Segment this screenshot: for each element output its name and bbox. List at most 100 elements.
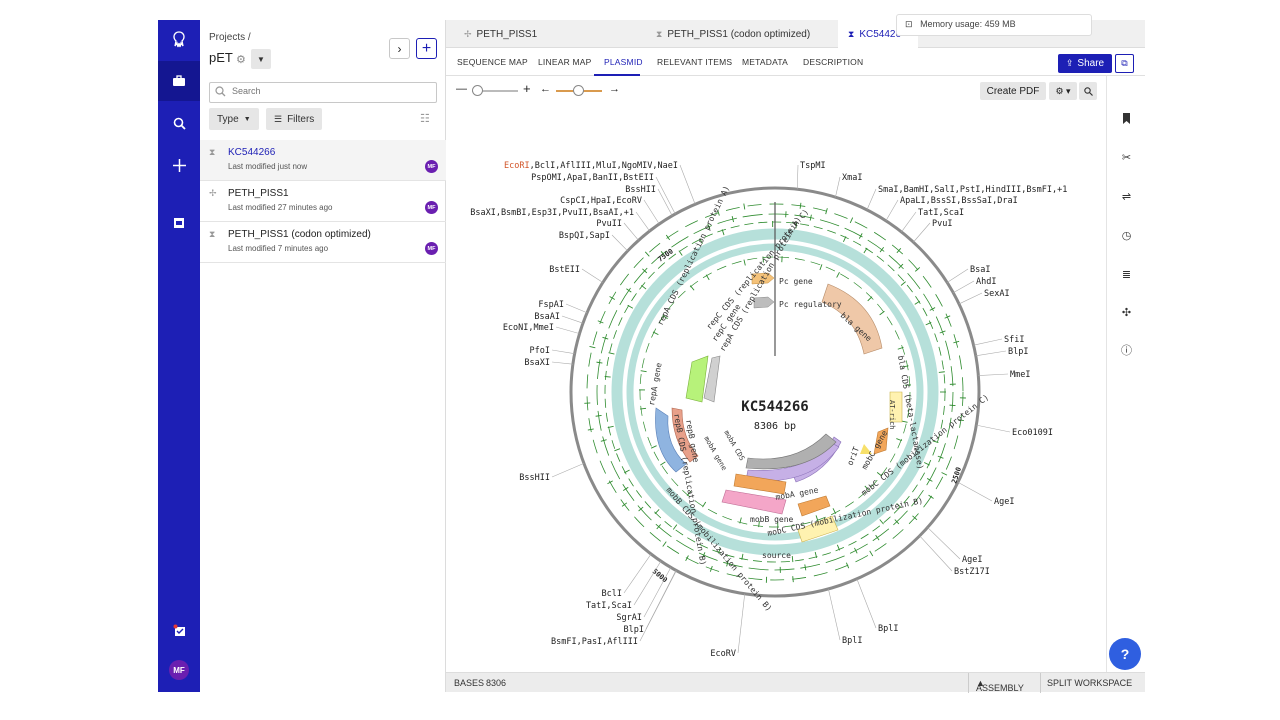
enzyme-label[interactable]: BssHII bbox=[519, 473, 550, 483]
enzyme-label[interactable]: SfiI bbox=[1004, 335, 1024, 345]
clipboard-icon[interactable] bbox=[158, 202, 200, 242]
enzyme-label[interactable]: BlpI bbox=[1008, 347, 1028, 357]
enzyme-label[interactable]: PvuII bbox=[596, 219, 622, 229]
project-dropdown-button[interactable]: ▼ bbox=[251, 49, 271, 69]
tab-sequence-map[interactable]: SEQUENCE MAP bbox=[457, 57, 528, 67]
align-icon[interactable]: ⇌ bbox=[1107, 186, 1146, 206]
settings-sliders-icon[interactable]: ☷ bbox=[420, 112, 430, 125]
gear-icon[interactable]: ⚙ bbox=[236, 53, 246, 66]
cut-site-tick bbox=[665, 234, 671, 241]
breadcrumb[interactable]: Projects / bbox=[209, 32, 251, 43]
enzyme-label[interactable]: Eco0109I bbox=[1012, 428, 1053, 438]
enzyme-label[interactable]: PspOMI,ApaI,BanII,BstEII bbox=[531, 173, 654, 183]
enzyme-label[interactable]: BssHII bbox=[625, 185, 656, 195]
bases-value: 8306 bbox=[486, 678, 507, 688]
zoom-out-icon[interactable]: — bbox=[456, 83, 467, 95]
list-icon[interactable]: ≣ bbox=[1107, 264, 1146, 284]
enzyme-label[interactable]: BsaXI,BsmBI,Esp3I,PvuII,BsaAI,+1 bbox=[470, 208, 634, 218]
cut-site-tick bbox=[791, 556, 794, 563]
app-window: MF Projects / pET ⚙ ▼ › + Type ▼ ☰ Filte… bbox=[158, 14, 1146, 693]
enzyme-label[interactable]: AhdI bbox=[976, 277, 996, 287]
search-icon[interactable] bbox=[158, 103, 200, 143]
avatar[interactable]: MF bbox=[169, 660, 189, 680]
mobb-cds-feature[interactable] bbox=[797, 495, 831, 517]
find-button[interactable] bbox=[1079, 82, 1097, 100]
settings-dropdown-button[interactable]: ⚙ ▾ bbox=[1049, 82, 1077, 100]
zoom-in-icon[interactable]: + bbox=[523, 81, 531, 96]
enzyme-label[interactable]: BsaXI bbox=[524, 358, 550, 368]
briefcase-icon[interactable] bbox=[158, 61, 200, 101]
enzyme-label[interactable]: CspCI,HpaI,EcoRV bbox=[560, 196, 642, 206]
rotate-left-icon[interactable]: ← bbox=[540, 83, 551, 95]
file-tab[interactable]: ⧗ PETH_PISS1 (codon optimized) bbox=[646, 20, 836, 48]
enzyme-leader-line bbox=[623, 553, 652, 594]
enzyme-label[interactable]: BstZ17I bbox=[954, 567, 990, 577]
enzyme-label[interactable]: BplI bbox=[878, 624, 898, 634]
tab-plasmid[interactable]: PLASMID bbox=[604, 57, 643, 67]
enzyme-label[interactable]: EcoRI,BclI,AflIII,MluI,NgoMIV,NaeI bbox=[504, 161, 678, 171]
assembly-button[interactable]: ASSEMBLY ▲ bbox=[976, 678, 1024, 693]
enzyme-label[interactable]: AgeI bbox=[994, 497, 1014, 507]
list-item[interactable]: ⧗ PETH_PISS1 (codon optimized) Last modi… bbox=[200, 222, 446, 263]
enzyme-label[interactable]: SmaI,BamHI,SalI,PstI,HindIII,BsmFI,+1 bbox=[878, 185, 1067, 195]
enzyme-label[interactable]: BlpI bbox=[624, 625, 644, 635]
enzyme-label[interactable]: PvuI bbox=[932, 219, 952, 229]
share-icon: ⇪ bbox=[1065, 58, 1074, 68]
split-workspace-button[interactable]: SPLIT WORKSPACE bbox=[1047, 678, 1132, 688]
enzyme-label[interactable]: ApaLI,BssSI,BssSaI,DraI bbox=[900, 196, 1018, 206]
tab-linear-map[interactable]: LINEAR MAP bbox=[538, 57, 592, 67]
search-input[interactable] bbox=[232, 86, 432, 96]
plasmid-map[interactable]: Pc gene Pc regulatory bla gene bla CDS (… bbox=[446, 102, 1106, 672]
tab-relevant-items[interactable]: RELEVANT ITEMS bbox=[657, 57, 732, 67]
enzyme-label[interactable]: BsmFI,PasI,AflIII bbox=[551, 637, 638, 647]
enzyme-label[interactable]: BclI bbox=[602, 589, 622, 599]
info-icon[interactable]: ⓘ bbox=[1107, 340, 1146, 360]
octopus-logo-icon[interactable] bbox=[158, 20, 200, 60]
feature-label: repA gene bbox=[647, 362, 663, 406]
bookmark-icon[interactable] bbox=[1107, 108, 1146, 128]
plus-icon[interactable] bbox=[158, 145, 200, 185]
enzyme-label[interactable]: BstEII bbox=[549, 265, 580, 275]
history-icon[interactable]: ◷ bbox=[1107, 225, 1146, 245]
chevron-right-button[interactable]: › bbox=[389, 38, 410, 59]
rotate-right-icon[interactable]: → bbox=[609, 83, 620, 95]
enzyme-label[interactable]: BplI bbox=[842, 636, 862, 646]
enzyme-label[interactable]: MmeI bbox=[1010, 370, 1030, 380]
type-filter-button[interactable]: Type ▼ bbox=[209, 108, 259, 130]
enzyme-label[interactable]: PfoI bbox=[530, 346, 550, 356]
primer-icon[interactable]: ✣ bbox=[1107, 302, 1146, 322]
feature-label: oriT bbox=[846, 445, 862, 466]
enzyme-label[interactable]: XmaI bbox=[842, 173, 862, 183]
filters-button[interactable]: ☰ Filters bbox=[266, 108, 323, 130]
zoom-slider-handle[interactable] bbox=[472, 85, 483, 96]
scissors-icon[interactable]: ✂ bbox=[1107, 147, 1146, 167]
enzyme-label[interactable]: BsaAI bbox=[534, 312, 560, 322]
enzyme-label[interactable]: EcoRV bbox=[710, 649, 736, 659]
file-tab[interactable]: ✢ PETH_PISS1 bbox=[454, 20, 644, 48]
enzyme-label[interactable]: EcoNI,MmeI bbox=[503, 323, 554, 333]
enzyme-label[interactable]: FspAI bbox=[538, 300, 564, 310]
enzyme-label[interactable]: TatI,ScaI bbox=[586, 601, 632, 611]
create-pdf-button[interactable]: Create PDF bbox=[980, 82, 1046, 100]
enzyme-label[interactable]: SexAI bbox=[984, 289, 1010, 299]
enzyme-label[interactable]: SgrAI bbox=[616, 613, 642, 623]
help-button[interactable]: ? bbox=[1109, 638, 1141, 670]
enzyme-label[interactable]: AgeI bbox=[962, 555, 982, 565]
checklist-icon[interactable] bbox=[158, 610, 200, 650]
tab-description[interactable]: DESCRIPTION bbox=[803, 57, 863, 67]
tab-metadata[interactable]: METADATA bbox=[742, 57, 788, 67]
share-button[interactable]: ⇪ Share bbox=[1058, 54, 1112, 73]
enzyme-leader-line bbox=[953, 280, 975, 293]
enzyme-label[interactable]: BsaI bbox=[970, 265, 990, 275]
list-item[interactable]: ✢ PETH_PISS1 Last modified 27 minutes ag… bbox=[200, 181, 446, 222]
list-item[interactable]: ⧗ KC544266 Last modified just now MF bbox=[200, 140, 446, 181]
enzyme-label[interactable]: BspQI,SapI bbox=[559, 231, 610, 241]
rotation-slider-handle[interactable] bbox=[573, 85, 584, 96]
enzyme-leader-line bbox=[655, 176, 676, 215]
cut-site-tick bbox=[608, 352, 615, 355]
enzyme-label[interactable]: TatI,ScaI bbox=[918, 208, 964, 218]
enzyme-label[interactable]: TspMI bbox=[800, 161, 826, 171]
cut-site-tick bbox=[650, 445, 657, 449]
copy-button[interactable]: ⧉ bbox=[1115, 54, 1134, 73]
add-item-button[interactable]: + bbox=[416, 38, 437, 59]
